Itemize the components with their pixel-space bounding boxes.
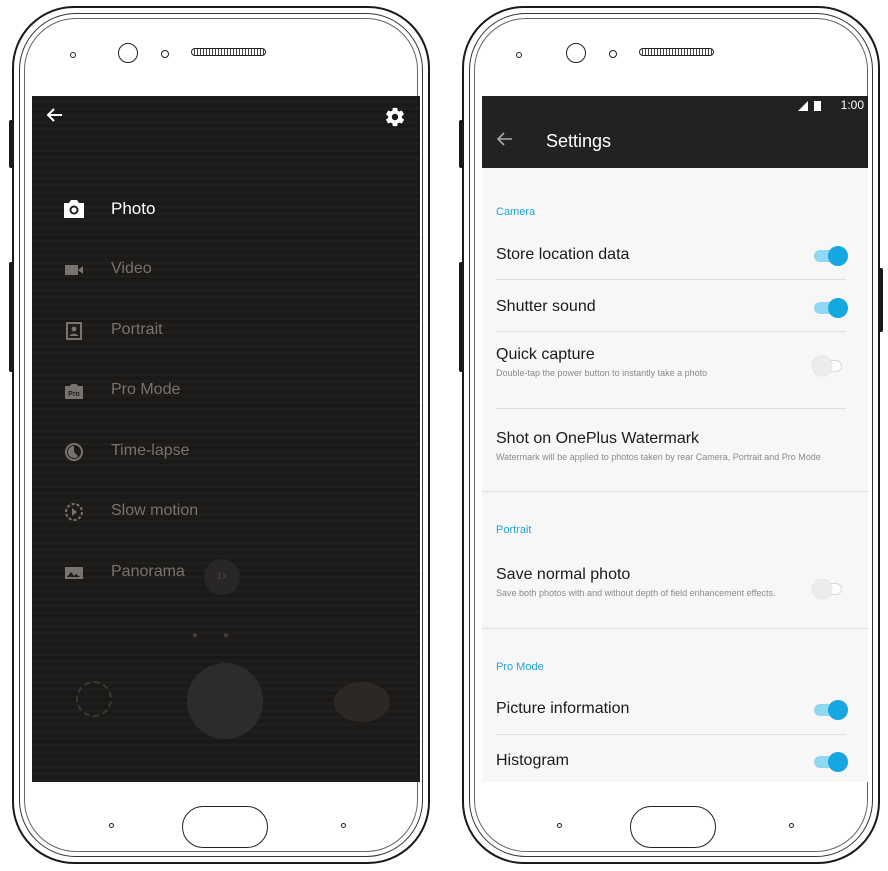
mode-item-portrait[interactable]: Portrait — [32, 311, 292, 351]
store-location-toggle[interactable] — [814, 245, 848, 266]
row-title: Store location data — [496, 246, 630, 263]
divider — [496, 331, 846, 332]
phone-frame-left: Photo Video Portrait Pro Pro Mode Time-l… — [12, 6, 430, 864]
settings-row-save-normal-photo[interactable]: Save normal photo Save both photos with … — [482, 554, 868, 620]
settings-row-shutter-sound[interactable]: Shutter sound — [482, 286, 868, 330]
mode-label-slow-motion: Slow motion — [111, 502, 199, 519]
pro-badge-text: Pro — [68, 391, 80, 398]
mode-pager-dots: ● ● — [192, 630, 230, 641]
settings-row-watermark[interactable]: Shot on OnePlus Watermark Watermark will… — [482, 418, 868, 488]
mode-item-panorama[interactable]: Panorama — [32, 553, 292, 593]
recents-key-dot[interactable] — [789, 823, 794, 828]
video-icon — [62, 260, 86, 280]
app-bar: Settings — [482, 116, 868, 168]
row-title: Shot on OnePlus Watermark — [496, 430, 700, 447]
row-title: Shutter sound — [496, 298, 596, 315]
camera-mode-screen: Photo Video Portrait Pro Pro Mode Time-l… — [32, 96, 420, 782]
proximity-sensor — [516, 52, 522, 58]
divider — [482, 491, 868, 492]
arrow-left-icon[interactable] — [496, 130, 514, 152]
switch-camera-icon[interactable] — [76, 681, 112, 717]
earpiece-speaker — [639, 48, 714, 56]
mode-label-photo: Photo — [111, 199, 156, 218]
arrow-left-icon[interactable] — [46, 106, 64, 128]
timelapse-icon — [62, 442, 86, 462]
mode-label-video: Video — [111, 260, 152, 277]
camera-icon — [62, 199, 86, 219]
volume-button — [459, 262, 464, 372]
front-camera — [566, 43, 586, 63]
mode-item-photo[interactable]: Photo — [32, 189, 292, 229]
save-normal-photo-toggle[interactable] — [812, 578, 846, 599]
row-title: Histogram — [496, 752, 569, 769]
mode-label-panorama: Panorama — [111, 563, 185, 580]
histogram-toggle[interactable] — [814, 751, 848, 772]
front-camera — [118, 43, 138, 63]
home-button[interactable] — [182, 806, 268, 848]
settings-row-histogram[interactable]: Histogram — [482, 740, 868, 782]
panorama-icon — [62, 563, 86, 583]
alert-slider — [459, 120, 464, 168]
light-sensor — [161, 50, 169, 58]
proximity-sensor — [70, 52, 76, 58]
recents-key-dot[interactable] — [341, 823, 346, 828]
volume-button — [9, 262, 14, 372]
gear-icon[interactable] — [384, 106, 406, 128]
status-bar: 1:00 — [482, 96, 868, 116]
pro-icon: Pro — [62, 381, 86, 401]
row-subtitle: Watermark will be applied to photos take… — [496, 452, 821, 462]
power-button — [878, 268, 883, 332]
quick-capture-toggle[interactable] — [812, 355, 846, 376]
mode-item-time-lapse[interactable]: Time-lapse — [32, 432, 292, 472]
back-key-dot[interactable] — [109, 823, 114, 828]
camera-top-bar — [32, 96, 420, 140]
mode-label-portrait: Portrait — [111, 321, 163, 338]
section-title-portrait: Portrait — [496, 524, 532, 536]
phone-frame-right: 1:00 Settings Camera Store location data… — [462, 6, 880, 864]
light-sensor — [609, 50, 617, 58]
mode-item-pro-mode[interactable]: Pro Pro Mode — [32, 371, 292, 411]
divider — [496, 734, 846, 735]
settings-screen: 1:00 Settings Camera Store location data… — [482, 96, 868, 782]
row-title: Picture information — [496, 700, 630, 717]
back-key-dot[interactable] — [557, 823, 562, 828]
section-title-camera: Camera — [496, 206, 536, 218]
divider — [496, 408, 846, 409]
earpiece-speaker — [191, 48, 266, 56]
signal-battery-icon — [796, 100, 832, 112]
gallery-thumbnail[interactable] — [334, 682, 390, 722]
mode-item-video[interactable]: Video — [32, 250, 292, 290]
mode-item-slow-motion[interactable]: Slow motion — [32, 492, 292, 532]
picture-information-toggle[interactable] — [814, 699, 848, 720]
row-subtitle: Save both photos with and without depth … — [496, 588, 776, 598]
shutter-sound-toggle[interactable] — [814, 297, 848, 318]
slow-motion-icon — [62, 502, 86, 522]
page-title: Settings — [546, 131, 612, 151]
settings-row-store-location[interactable]: Store location data — [482, 234, 868, 278]
row-title: Save normal photo — [496, 566, 631, 583]
shutter-button[interactable] — [187, 663, 263, 739]
divider — [482, 628, 868, 629]
portrait-icon — [62, 321, 86, 341]
mode-label-pro-mode: Pro Mode — [111, 381, 181, 398]
row-title: Quick capture — [496, 346, 595, 363]
home-button[interactable] — [630, 806, 716, 848]
alert-slider — [9, 120, 14, 168]
settings-row-picture-information[interactable]: Picture information — [482, 688, 868, 732]
row-subtitle: Double-tap the power button to instantly… — [496, 368, 708, 378]
status-time: 1:00 — [840, 98, 864, 112]
divider — [496, 279, 846, 280]
zoom-indicator[interactable]: 1x — [204, 559, 240, 595]
settings-row-quick-capture[interactable]: Quick capture Double-tap the power butto… — [482, 342, 868, 402]
mode-label-time-lapse: Time-lapse — [111, 442, 190, 459]
section-title-pro-mode: Pro Mode — [496, 661, 544, 673]
